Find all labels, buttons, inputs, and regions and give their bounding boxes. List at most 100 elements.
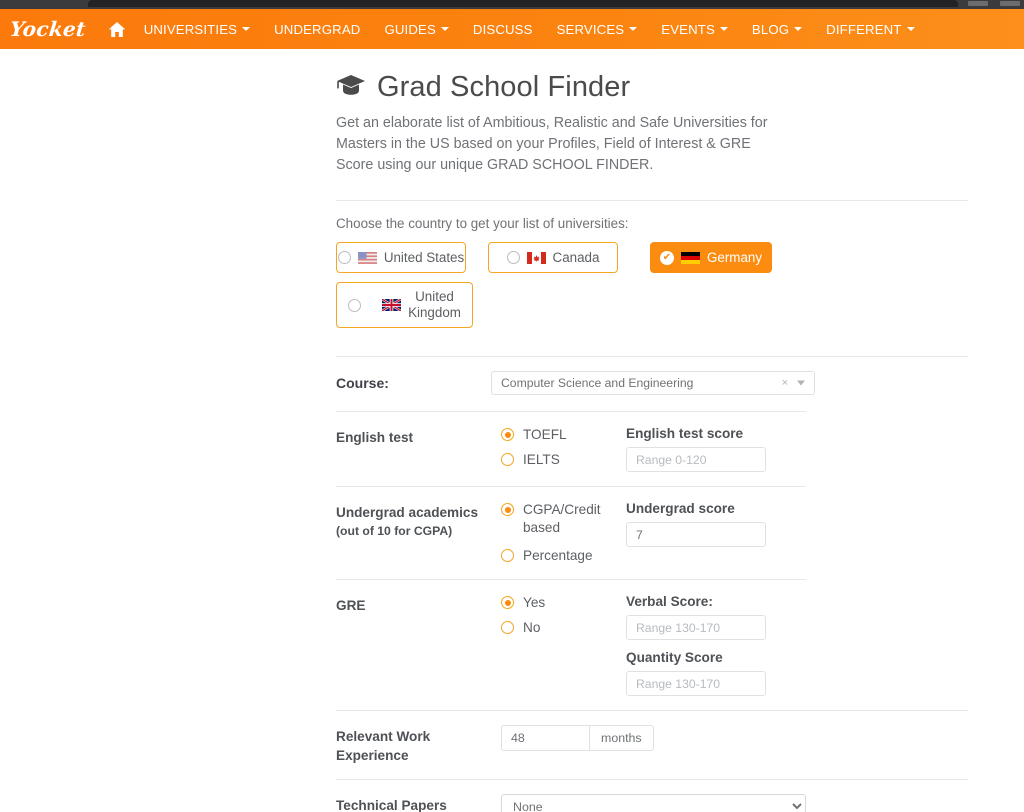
window-minimize-button[interactable] xyxy=(968,1,988,6)
undergrad-score-label: Undergrad score xyxy=(626,501,735,516)
country-option-united-kingdom[interactable]: United Kingdom xyxy=(336,282,473,328)
radio-icon xyxy=(501,453,514,466)
country-label: United Kingdom xyxy=(408,289,461,320)
chevron-down-icon xyxy=(794,27,803,31)
chevron-down-icon xyxy=(629,27,638,31)
country-prompt: Choose the country to get your list of u… xyxy=(336,216,629,231)
technical-papers-select[interactable]: None xyxy=(501,794,806,812)
radio-icon xyxy=(348,298,362,312)
browser-tab[interactable] xyxy=(88,0,958,7)
technical-papers-section: Technical Papers Published (Select highe… xyxy=(336,779,968,812)
nav-item-universities[interactable]: UNIVERSITIES xyxy=(143,21,251,37)
undergrad-option-cgpa[interactable]: CGPA/Credit based xyxy=(501,501,626,537)
work-experience-unit: months xyxy=(589,725,654,751)
nav-item-events[interactable]: EVENTS xyxy=(661,22,728,37)
course-selected-value: Computer Science and Engineering xyxy=(501,376,694,390)
work-experience-input[interactable] xyxy=(501,725,589,751)
nav-item-label: UNIVERSITIES xyxy=(143,21,238,37)
gre-option-no[interactable]: No xyxy=(501,619,626,637)
flag-de-icon xyxy=(680,251,700,264)
clear-icon[interactable]: × xyxy=(782,377,788,389)
page-body: Grad School Finder Get an elaborate list… xyxy=(0,49,1024,812)
nav-item-undergrad[interactable]: UNDERGRAD xyxy=(274,22,360,37)
english-test-score-input[interactable] xyxy=(626,447,766,472)
undergrad-score-input[interactable] xyxy=(626,522,766,547)
page-subtitle: Get an elaborate list of Ambitious, Real… xyxy=(336,115,768,173)
nav-item-blog[interactable]: BLOG xyxy=(751,21,803,37)
radio-icon xyxy=(501,428,514,441)
option-label: No xyxy=(523,620,541,635)
country-row-2: United Kingdom xyxy=(336,282,806,328)
window-close-button[interactable] xyxy=(1000,1,1020,6)
chevron-down-icon[interactable] xyxy=(797,380,805,386)
nav-item-label: EVENTS xyxy=(661,21,715,37)
course-select[interactable]: Computer Science and Engineering × xyxy=(491,371,815,395)
flag-uk-icon xyxy=(382,299,402,311)
page-header: Grad School Finder xyxy=(336,71,976,104)
chevron-down-icon xyxy=(242,27,251,31)
undergrad-score-group: Undergrad score xyxy=(626,501,806,565)
browser-chrome xyxy=(0,0,1024,9)
page-title: Grad School Finder xyxy=(377,71,631,103)
nav-item-different[interactable]: DIFFERENT xyxy=(826,21,915,37)
work-experience-label: Relevant Work Experience xyxy=(336,729,431,763)
option-label: Percentage xyxy=(523,548,593,563)
nav-item-label: DISCUSS xyxy=(472,21,533,37)
english-test-option-toefl[interactable]: TOEFL xyxy=(501,426,626,444)
country-option-germany[interactable]: ✔ Germany xyxy=(650,242,772,273)
nav-item-label: DIFFERENT xyxy=(826,21,902,37)
undergrad-option-percentage[interactable]: Percentage xyxy=(501,547,626,565)
nav-item-services[interactable]: SERVICES xyxy=(557,22,638,37)
undergrad-label-main: Undergrad academics xyxy=(336,505,479,520)
gre-options: Yes No xyxy=(501,594,626,696)
gre-option-yes[interactable]: Yes xyxy=(501,594,626,612)
divider xyxy=(336,200,968,201)
country-label: Canada xyxy=(552,250,600,265)
country-option-united-states[interactable]: United States xyxy=(336,242,466,273)
course-row: Course: Computer Science and Engineering… xyxy=(336,356,968,411)
undergrad-label: Undergrad academics (out of 10 for CGPA) xyxy=(336,501,501,565)
english-test-label: English test xyxy=(336,430,414,445)
radio-icon xyxy=(337,251,351,264)
gre-scores-group: Verbal Score: Quantity Score xyxy=(626,594,806,696)
option-label: TOEFL xyxy=(523,427,567,442)
gre-section: GRE Yes No Verbal Score: Quantity Score xyxy=(336,579,806,710)
gre-quant-input[interactable] xyxy=(626,671,766,696)
country-option-canada[interactable]: Canada xyxy=(488,242,618,273)
check-icon: ✔ xyxy=(659,250,674,265)
grad-school-finder-form: Grad School Finder Get an elaborate list… xyxy=(336,71,976,812)
work-experience-field: months xyxy=(501,725,968,765)
flag-us-icon xyxy=(357,251,377,264)
gre-label: GRE xyxy=(336,598,366,613)
country-row-1: United States Canada ✔ Germany xyxy=(336,242,806,273)
nav-item-discuss[interactable]: DISCUSS xyxy=(473,22,533,37)
nav-item-label: GUIDES xyxy=(384,21,436,37)
radio-icon xyxy=(501,549,514,562)
nav-item-label: SERVICES xyxy=(556,21,625,37)
technical-papers-label-main: Technical Papers Published xyxy=(336,798,447,812)
english-test-section: English test TOEFL IELTS English test sc… xyxy=(336,411,806,486)
radio-icon xyxy=(501,503,514,516)
work-experience-section: Relevant Work Experience months xyxy=(336,710,968,779)
chevron-down-icon xyxy=(719,27,728,31)
home-icon[interactable] xyxy=(108,21,126,38)
option-label: CGPA/Credit based xyxy=(523,502,601,535)
gre-quant-label: Quantity Score xyxy=(626,650,723,665)
english-test-option-ielts[interactable]: IELTS xyxy=(501,451,626,469)
english-test-score-group: English test score xyxy=(626,426,806,472)
technical-papers-label: Technical Papers Published (Select highe… xyxy=(336,794,501,812)
english-test-score-label: English test score xyxy=(626,426,744,441)
chevron-down-icon xyxy=(440,27,449,31)
radio-icon xyxy=(501,621,514,634)
gre-verbal-label: Verbal Score: xyxy=(626,594,713,609)
nav-item-label: UNDERGRAD xyxy=(274,21,361,37)
gre-verbal-input[interactable] xyxy=(626,615,766,640)
option-label: IELTS xyxy=(523,452,560,467)
site-logo[interactable]: Yocket xyxy=(9,17,87,41)
graduation-cap-icon xyxy=(336,74,366,101)
chevron-down-icon xyxy=(906,27,915,31)
nav-item-guides[interactable]: GUIDES xyxy=(384,21,449,37)
course-label: Course: xyxy=(336,375,389,391)
nav-item-label: BLOG xyxy=(751,21,790,37)
country-label: United States xyxy=(383,250,465,265)
